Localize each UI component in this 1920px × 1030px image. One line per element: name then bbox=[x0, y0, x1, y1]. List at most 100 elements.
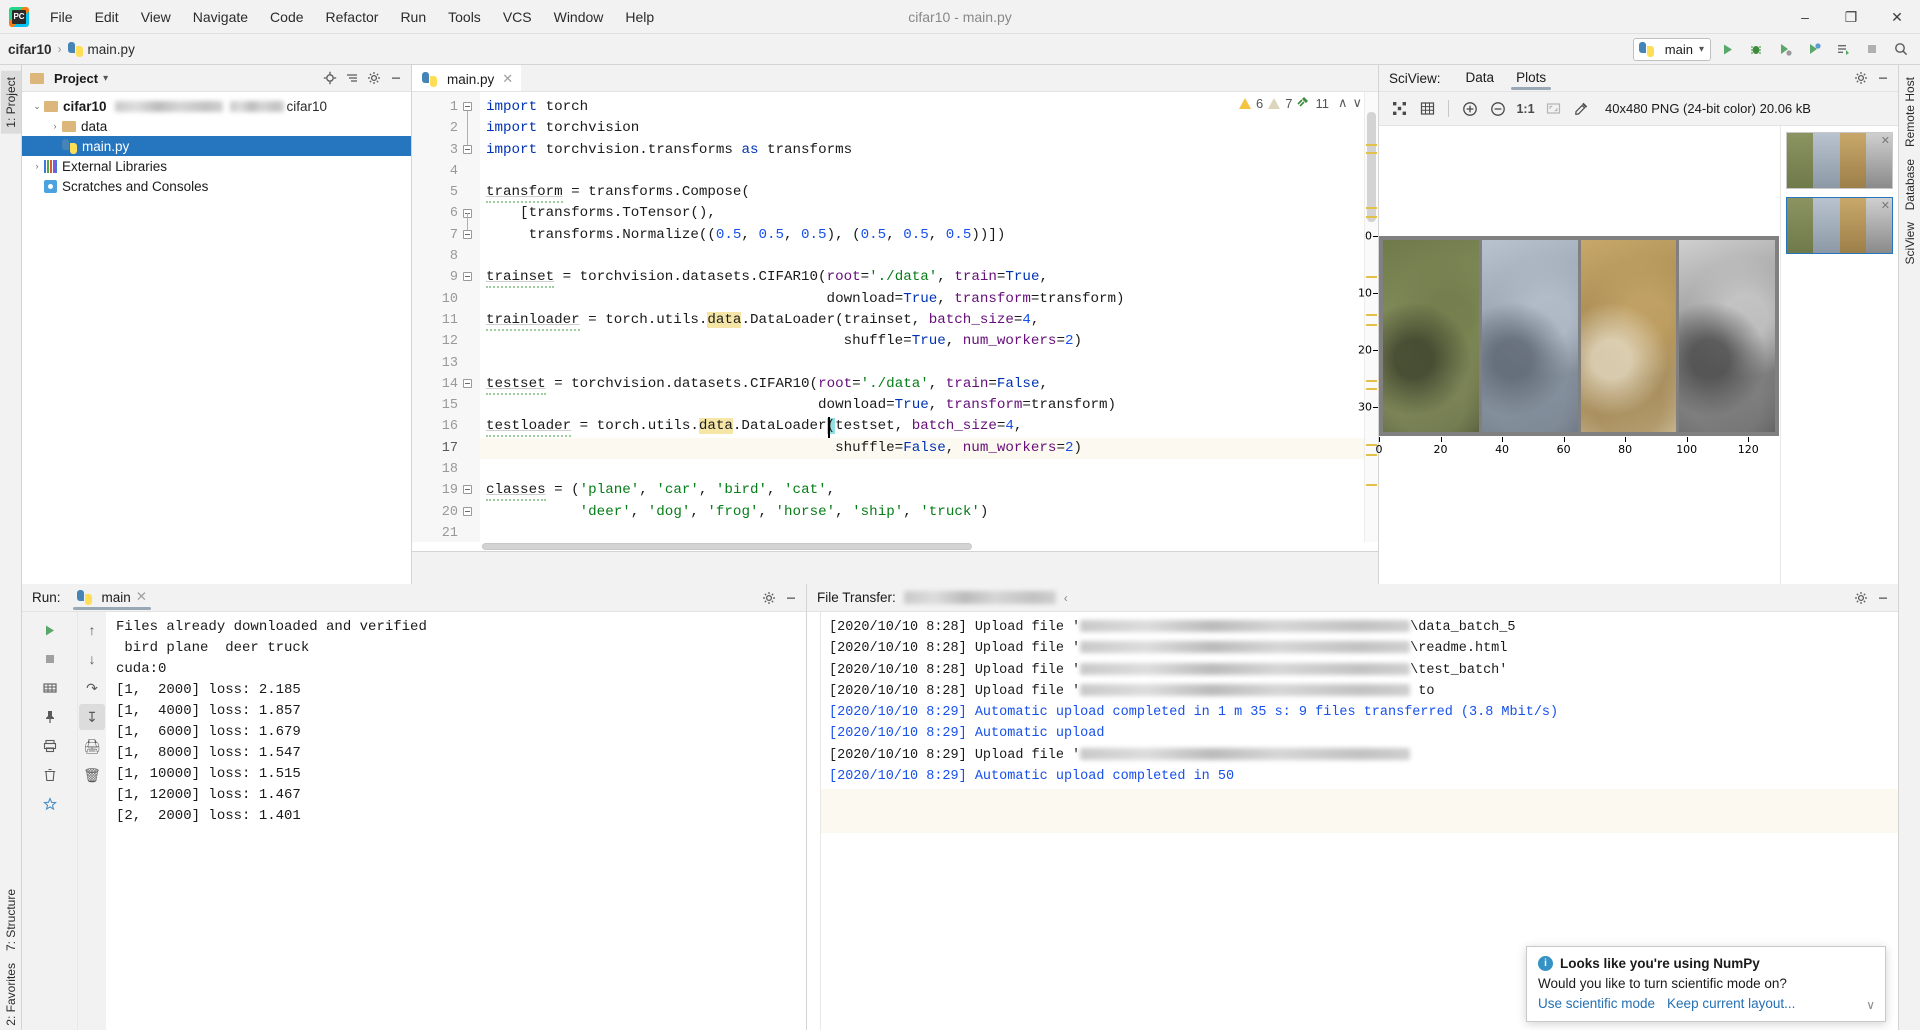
run-tab-main[interactable]: main ✕ bbox=[69, 585, 156, 610]
debug-button[interactable] bbox=[1743, 37, 1769, 61]
editor-marker-strip[interactable] bbox=[1364, 92, 1378, 542]
code-line[interactable]: [transforms.ToTensor(), bbox=[480, 203, 1378, 224]
attach-debugger-button[interactable] bbox=[1830, 37, 1856, 61]
chevron-down-icon[interactable]: ▾ bbox=[103, 73, 108, 84]
keep-current-layout-link[interactable]: Keep current layout... bbox=[1667, 996, 1795, 1011]
sidebar-item-project[interactable]: 1: Project bbox=[0, 71, 21, 134]
tree-node-scratches-and-consoles[interactable]: Scratches and Consoles bbox=[22, 176, 411, 196]
minimize-button[interactable]: – bbox=[1782, 0, 1828, 34]
run-button[interactable] bbox=[1714, 37, 1740, 61]
menu-navigate[interactable]: Navigate bbox=[182, 4, 259, 30]
code-line[interactable]: transforms.Normalize((0.5, 0.5, 0.5), (0… bbox=[480, 225, 1378, 246]
editor-horizontal-scrollbar[interactable] bbox=[412, 542, 1378, 551]
tab-data[interactable]: Data bbox=[1455, 66, 1506, 90]
color-picker-icon[interactable] bbox=[1569, 96, 1594, 121]
trash-icon[interactable]: 🗑 bbox=[79, 762, 105, 788]
menu-help[interactable]: Help bbox=[614, 4, 665, 30]
close-icon[interactable]: ✕ bbox=[502, 71, 513, 87]
code-line[interactable]: shuffle=False, num_workers=2) bbox=[480, 437, 1378, 460]
tree-node-main-py[interactable]: main.py bbox=[22, 136, 411, 156]
expand-icon[interactable]: ∨ bbox=[1866, 998, 1875, 1012]
tree-node-data[interactable]: › data bbox=[22, 116, 411, 136]
inspection-summary[interactable]: 6 7 11 ∧ ∨ bbox=[1239, 95, 1362, 111]
sidebar-item-database[interactable]: Database bbox=[1900, 153, 1920, 216]
close-button[interactable]: ✕ bbox=[1874, 0, 1920, 34]
menu-vcs[interactable]: VCS bbox=[492, 4, 543, 30]
gear-icon[interactable] bbox=[1850, 67, 1872, 89]
menu-file[interactable]: File bbox=[39, 4, 84, 30]
profile-button[interactable] bbox=[1801, 37, 1827, 61]
sidebar-item-sciview[interactable]: SciView bbox=[1900, 216, 1920, 270]
code-line[interactable]: trainset = torchvision.datasets.CIFAR10(… bbox=[480, 267, 1378, 289]
plot-canvas[interactable]: 0 10 20 30 0 20 40 60 80 100 120 bbox=[1358, 126, 1780, 584]
menu-tools[interactable]: Tools bbox=[437, 4, 492, 30]
scroll-to-end-icon[interactable]: ↧ bbox=[79, 704, 105, 730]
stop-button[interactable] bbox=[1859, 37, 1885, 61]
grid-view-icon[interactable] bbox=[37, 675, 63, 701]
close-icon[interactable]: ✕ bbox=[1881, 134, 1890, 147]
breadcrumb-project[interactable]: cifar10 bbox=[8, 42, 52, 57]
code-line[interactable] bbox=[480, 161, 1378, 182]
delete-icon[interactable] bbox=[37, 762, 63, 788]
expand-arrow-icon[interactable]: › bbox=[48, 121, 62, 131]
thumbnail-1[interactable]: ✕ bbox=[1786, 132, 1893, 189]
sidebar-item-remote-host[interactable]: Remote Host bbox=[1900, 71, 1920, 153]
code-line[interactable]: import torchvision bbox=[480, 118, 1378, 139]
menu-view[interactable]: View bbox=[130, 4, 182, 30]
maximize-button[interactable]: ❐ bbox=[1828, 0, 1874, 34]
use-scientific-mode-link[interactable]: Use scientific mode bbox=[1538, 996, 1655, 1011]
expand-arrow-icon[interactable]: ⌄ bbox=[30, 101, 44, 112]
collapse-icon[interactable]: ‹ bbox=[1064, 591, 1068, 605]
print-console-icon[interactable]: 🖨 bbox=[79, 733, 105, 759]
code-line[interactable] bbox=[480, 523, 1378, 542]
expand-arrow-icon[interactable]: › bbox=[30, 161, 44, 171]
code-editor[interactable]: 1 2 3 4 5 6 7 8 9 10 11 12 13 14 15 16 17 18 19 20 21 import… bbox=[412, 92, 1378, 542]
hide-icon[interactable] bbox=[1872, 587, 1894, 609]
code-line[interactable]: 'deer', 'dog', 'frog', 'horse', 'ship', … bbox=[480, 502, 1378, 523]
menu-run[interactable]: Run bbox=[389, 4, 437, 30]
code-line[interactable]: import torchvision.transforms as transfo… bbox=[480, 140, 1378, 161]
locate-icon[interactable] bbox=[319, 67, 341, 89]
hide-icon[interactable] bbox=[385, 67, 407, 89]
code-line[interactable]: shuffle=True, num_workers=2) bbox=[480, 331, 1378, 352]
run-coverage-button[interactable] bbox=[1772, 37, 1798, 61]
previous-problem-icon[interactable]: ∧ bbox=[1338, 95, 1348, 111]
code-content[interactable]: import torch import torchvision import tor… bbox=[480, 92, 1378, 542]
pin-icon[interactable] bbox=[37, 704, 63, 730]
star-icon[interactable] bbox=[37, 791, 63, 817]
fit-content-icon[interactable] bbox=[1387, 96, 1412, 121]
gear-icon[interactable] bbox=[758, 587, 780, 609]
code-line[interactable]: transform = transforms.Compose( bbox=[480, 182, 1378, 204]
code-line[interactable]: testset = torchvision.datasets.CIFAR10(r… bbox=[480, 374, 1378, 395]
search-everywhere-button[interactable] bbox=[1888, 37, 1914, 61]
code-line[interactable]: download=True, transform=transform) bbox=[480, 395, 1378, 416]
scroll-down-icon[interactable]: ↓ bbox=[79, 646, 105, 672]
code-line[interactable] bbox=[480, 246, 1378, 267]
scroll-up-icon[interactable]: ↑ bbox=[79, 617, 105, 643]
menu-edit[interactable]: Edit bbox=[84, 4, 130, 30]
menu-refactor[interactable]: Refactor bbox=[315, 4, 390, 30]
collapse-all-icon[interactable] bbox=[341, 67, 363, 89]
close-icon[interactable]: ✕ bbox=[136, 589, 147, 605]
close-icon[interactable]: ✕ bbox=[1881, 199, 1890, 212]
rerun-icon[interactable] bbox=[37, 617, 63, 643]
thumbnail-2[interactable]: ✕ bbox=[1786, 197, 1893, 254]
tree-node-external-libraries[interactable]: › External Libraries bbox=[22, 156, 411, 176]
soft-wrap-icon[interactable]: ↷ bbox=[79, 675, 105, 701]
zoom-in-icon[interactable] bbox=[1457, 96, 1482, 121]
code-line[interactable]: classes = ('plane', 'car', 'bird', 'cat'… bbox=[480, 480, 1378, 502]
tab-plots[interactable]: Plots bbox=[1505, 66, 1557, 90]
gear-icon[interactable] bbox=[363, 67, 385, 89]
hide-icon[interactable] bbox=[1872, 67, 1894, 89]
code-line[interactable]: trainloader = torch.utils.data.DataLoade… bbox=[480, 310, 1378, 331]
editor-tab-main[interactable]: main.py ✕ bbox=[412, 65, 522, 91]
next-problem-icon[interactable]: ∨ bbox=[1352, 95, 1362, 111]
code-line[interactable] bbox=[480, 353, 1378, 374]
breadcrumb-file[interactable]: main.py bbox=[88, 42, 135, 57]
gear-icon[interactable] bbox=[1850, 587, 1872, 609]
code-line[interactable] bbox=[480, 459, 1378, 480]
zoom-out-icon[interactable] bbox=[1485, 96, 1510, 121]
run-console-output[interactable]: Files already downloaded and verified bi… bbox=[106, 612, 806, 1030]
sidebar-item-structure[interactable]: 7: Structure bbox=[1, 883, 21, 957]
actual-size-icon[interactable]: 1:1 bbox=[1513, 96, 1538, 121]
